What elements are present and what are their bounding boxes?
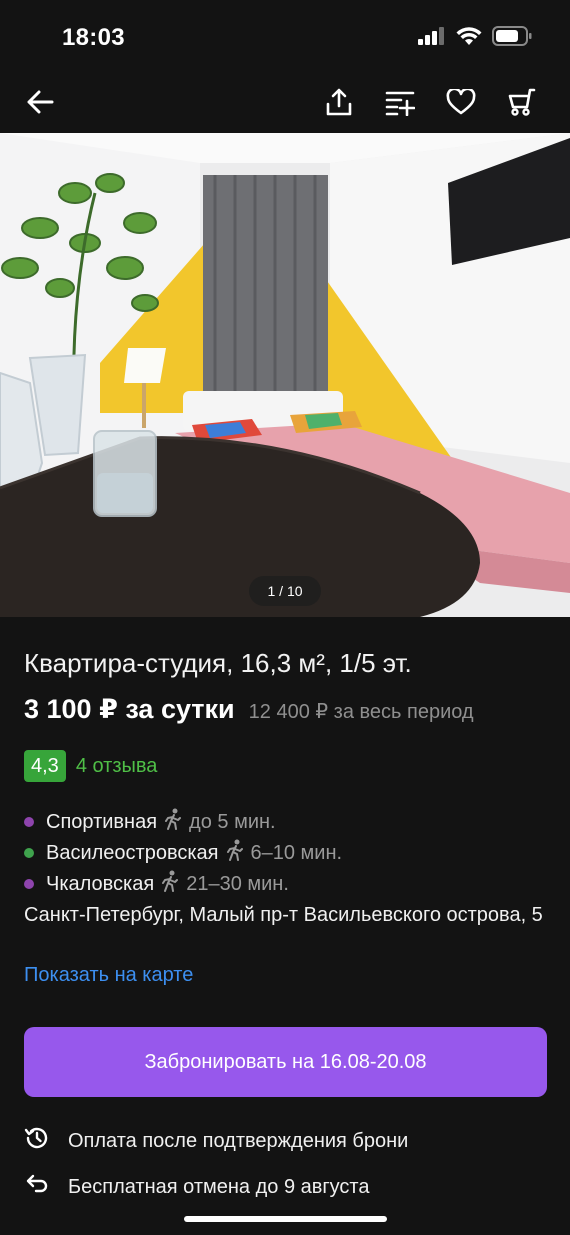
reviews-link[interactable]: 4 отзыва — [76, 755, 158, 778]
listing-title: Квартира-студия, 16,3 м², 1/5 эт. — [24, 648, 412, 678]
back-arrow-icon — [26, 90, 54, 119]
metro-line-dot — [24, 879, 34, 889]
compare-icon — [385, 88, 416, 121]
walking-icon — [225, 839, 245, 867]
battery-icon — [492, 26, 532, 51]
room-photo-illustration — [0, 133, 570, 617]
back-button[interactable] — [18, 82, 62, 126]
walking-icon — [160, 870, 180, 898]
wifi-icon — [456, 26, 482, 51]
price-per-night: 3 100 ₽ за сутки — [24, 694, 235, 724]
payment-info-text: Оплата после подтверждения брони — [68, 1129, 409, 1152]
share-button[interactable] — [317, 82, 361, 126]
metro-station: Спортивная до 5 мин. — [24, 808, 276, 836]
status-icons — [418, 26, 532, 51]
metro-name: Чкаловская — [46, 872, 155, 895]
cart-icon — [507, 87, 537, 122]
cart-button[interactable] — [500, 82, 544, 126]
metro-time: до 5 мин. — [189, 810, 276, 833]
rating-badge: 4,3 — [24, 750, 66, 782]
compare-button[interactable] — [378, 82, 422, 126]
favorite-button[interactable] — [439, 82, 483, 126]
show-on-map-link[interactable]: Показать на карте — [24, 964, 193, 987]
metro-line-dot — [24, 848, 34, 858]
metro-station: Чкаловская 21–30 мин. — [24, 870, 289, 898]
return-arrow-icon — [24, 1171, 50, 1203]
cellular-signal-icon — [418, 27, 446, 50]
home-indicator[interactable] — [184, 1216, 387, 1222]
cancel-info-row: Бесплатная отмена до 9 августа — [24, 1171, 370, 1203]
metro-name: Спортивная — [46, 810, 158, 833]
metro-line-dot — [24, 817, 34, 827]
metro-time: 21–30 мин. — [186, 872, 289, 895]
payment-info-row: Оплата после подтверждения брони — [24, 1125, 408, 1157]
nav-bar — [0, 76, 570, 132]
share-icon — [325, 87, 353, 122]
metro-name: Василеостровская — [46, 841, 219, 864]
history-icon — [24, 1125, 50, 1157]
metro-station: Василеостровская 6–10 мин. — [24, 839, 342, 867]
metro-time: 6–10 мин. — [250, 841, 343, 864]
rating-row[interactable]: 4,3 4 отзыва — [24, 750, 157, 782]
price-row: 3 100 ₽ за сутки 12 400 ₽ за весь период — [24, 694, 474, 725]
status-bar: 18:03 — [0, 0, 570, 76]
cancel-info-text: Бесплатная отмена до 9 августа — [68, 1175, 370, 1198]
price-total: 12 400 ₽ за весь период — [248, 701, 474, 723]
walking-icon — [163, 808, 183, 836]
listing-photo[interactable] — [0, 133, 570, 617]
status-time: 18:03 — [62, 24, 125, 51]
book-button[interactable]: Забронировать на 16.08-20.08 — [24, 1027, 547, 1097]
heart-icon — [446, 87, 476, 120]
address: Санкт-Петербург, Малый пр-т Васильевског… — [24, 904, 543, 926]
photo-counter: 1 / 10 — [249, 576, 321, 606]
